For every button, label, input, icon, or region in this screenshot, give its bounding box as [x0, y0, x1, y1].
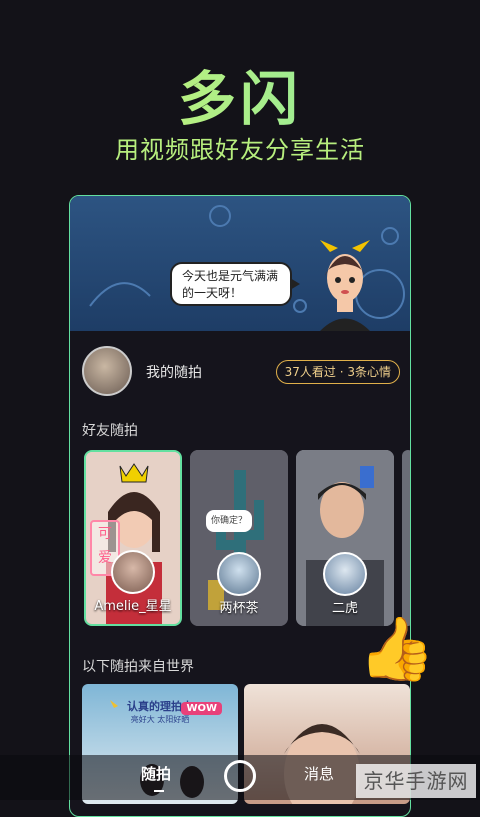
my-snap-label: 我的随拍: [146, 365, 202, 381]
friend-card[interactable]: 可爱 Amelie_星星: [84, 450, 182, 626]
nav-snaps-tab[interactable]: 随拍: [141, 763, 171, 784]
cartoon-girl-icon: [320, 240, 370, 331]
banner: 今天也是元气满满的一天呀！: [70, 196, 410, 331]
world-section-title: 以下随拍来自世界: [82, 659, 194, 675]
friend-avatar: [111, 550, 155, 594]
friend-card[interactable]: 二虎: [296, 450, 394, 626]
my-avatar[interactable]: [82, 346, 132, 396]
camera-shutter-button[interactable]: [224, 760, 256, 792]
friend-card-peek[interactable]: [402, 450, 410, 626]
friend-name: Amelie_星星: [94, 599, 172, 614]
phone-frame: 今天也是元气满满的一天呀！ 我的随拍 37人看过 · 3条心情 好友随拍 可爱 …: [69, 195, 411, 817]
friend-avatar: [217, 552, 261, 596]
hero-subtitle: 用视频跟好友分享生活: [115, 136, 365, 164]
active-tab-indicator: [154, 790, 164, 792]
friend-name: 两杯茶: [219, 601, 259, 616]
friend-card[interactable]: 你确定？ 两杯茶: [190, 450, 288, 626]
hero-title: 多闪: [0, 52, 480, 136]
nav-messages-tab[interactable]: 消息: [304, 763, 334, 784]
friends-section-title: 好友随拍: [82, 423, 138, 439]
watermark: 京华手游网: [356, 764, 476, 798]
friend-avatar: [323, 552, 367, 596]
thumbs-up-icon: 👍: [358, 612, 436, 685]
view-stats-badge[interactable]: 37人看过 · 3条心情: [275, 360, 400, 384]
speech-bubble: 今天也是元气满满的一天呀！: [170, 262, 300, 306]
friend-speech-bubble: 你确定？: [206, 510, 252, 532]
my-snap-row[interactable]: 我的随拍 37人看过 · 3条心情: [82, 346, 400, 396]
